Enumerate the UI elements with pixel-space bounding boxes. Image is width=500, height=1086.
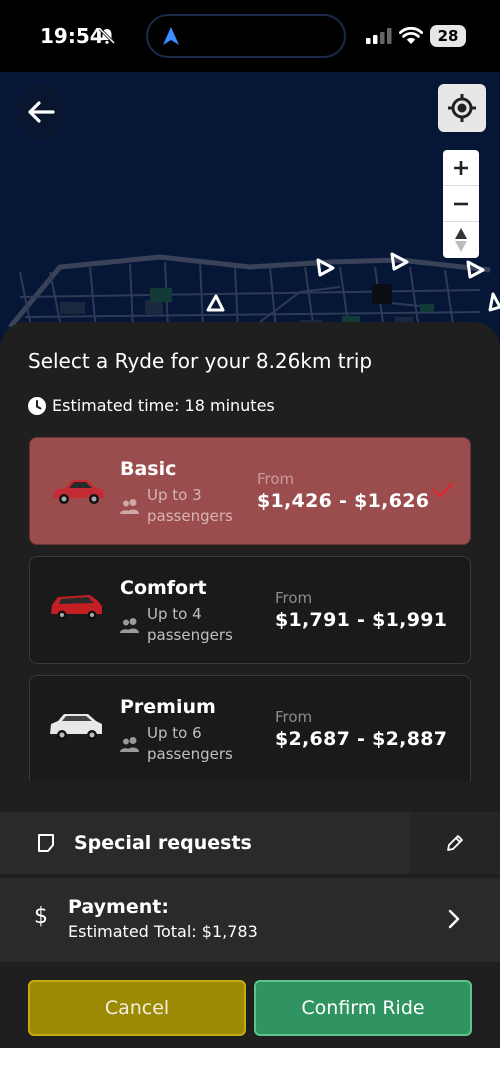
ride-name: Premium [120,696,216,718]
car-sedan-icon [53,480,104,504]
ride-name: Comfort [120,577,207,599]
navigation-arrow-icon [163,27,179,45]
passenger-capacity: Up to 4 passengers [147,605,233,644]
ride-option-premium[interactable]: Premium Up to 6 passengers From $2,687 -… [29,675,471,781]
passenger-capacity: Up to 3 passengers [147,486,233,525]
passengers-icon [120,737,139,752]
confirm-ride-button[interactable]: Confirm Ride [254,980,472,1036]
price-range: $1,426 - $1,626 [257,490,430,512]
zoom-in-icon [454,160,468,175]
estimated-time: Estimated time: 18 minutes [52,396,275,415]
zoom-out-button[interactable] [443,186,479,222]
zoom-out-icon [454,202,468,205]
payment-label: Payment: [68,896,169,918]
edit-special-requests-button[interactable] [410,812,500,874]
cancel-button[interactable]: Cancel [28,980,246,1036]
dollar-icon: $ [34,904,48,929]
locate-me-button[interactable] [438,84,486,132]
passengers-icon [120,499,139,514]
home-indicator-area [0,1048,500,1086]
ride-option-comfort[interactable]: Comfort Up to 4 passengers From $1,791 -… [29,556,471,664]
special-requests-label: Special requests [74,832,252,854]
pencil-icon [447,835,463,851]
zoom-in-button[interactable] [443,150,479,186]
clock-icon [28,397,46,415]
back-button[interactable] [14,85,68,139]
bell-off-icon [98,27,116,45]
status-bar: 19:54 28 [0,0,500,72]
passenger-capacity: Up to 6 passengers [147,724,233,763]
compass-icon [455,228,467,252]
compass-button[interactable] [443,222,479,258]
price-from-label: From [275,708,313,726]
price-from-label: From [275,589,313,607]
special-requests-row[interactable]: Special requests [0,812,500,874]
ride-selection-sheet: Select a Ryde for your 8.26km trip Estim… [0,322,500,1048]
chevron-right-icon [448,909,460,929]
back-arrow-icon [28,101,55,123]
locate-icon [448,94,476,122]
car-minivan-icon [51,595,102,620]
car-suv-icon [50,714,102,740]
sheet-title: Select a Ryde for your 8.26km trip [28,349,373,373]
checkmark-icon [432,482,454,498]
dynamic-island [146,14,346,58]
clock-time: 19:54 [40,24,104,48]
zoom-controls [443,150,479,258]
signal-icon [366,28,392,44]
estimated-total: Estimated Total: $1,783 [68,922,258,941]
price-range: $1,791 - $1,991 [275,609,448,631]
price-from-label: From [257,470,295,488]
passengers-icon [120,618,139,633]
ride-name: Basic [120,458,177,480]
ride-option-basic[interactable]: Basic Up to 3 passengers From $1,426 - $… [29,437,471,545]
price-range: $2,687 - $2,887 [275,728,448,750]
payment-row[interactable]: $ Payment: Estimated Total: $1,783 [0,878,500,962]
wifi-icon [399,26,423,44]
battery-icon: 28 [430,25,466,47]
note-icon [38,834,54,852]
